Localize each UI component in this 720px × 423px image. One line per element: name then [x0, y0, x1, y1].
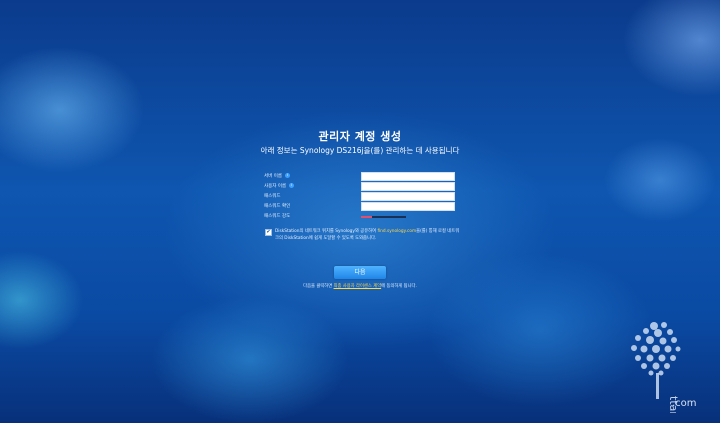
field-label: 패스워드: [264, 194, 281, 199]
password-input[interactable]: [361, 192, 455, 201]
page-subtitle: 아래 정보는 Synology DS216j을(를) 관리하는 데 사용됩니다: [260, 146, 460, 155]
strength-label: 패스워드 강도: [264, 214, 291, 219]
password-strength-fill: [361, 216, 373, 218]
field-label: 사용자 이름 i: [264, 183, 295, 189]
form-row-username: 사용자 이름 i: [264, 182, 456, 192]
form-row-password: 패스워드: [264, 192, 456, 202]
watermark-domain: .com: [672, 398, 697, 409]
form-row-confirm-password: 패스워드 확인: [264, 202, 456, 212]
username-input[interactable]: [361, 182, 455, 191]
field-label: 서버 이름 i: [264, 173, 290, 179]
form-row-server-name: 서버 이름 i: [264, 172, 456, 182]
find-synology-link[interactable]: find.synology.com: [377, 229, 416, 234]
next-button[interactable]: 다음: [334, 266, 386, 279]
page-title: 관리자 계정 생성: [318, 130, 402, 143]
confirm-password-input[interactable]: [361, 202, 455, 211]
share-location-text: DiskStation의 네트워크 위치를 Synology와 공유하여 fin…: [275, 229, 460, 241]
info-icon[interactable]: i: [289, 183, 295, 188]
share-location-checkbox[interactable]: ✔: [265, 229, 272, 236]
form-row-strength: 패스워드 강도: [264, 212, 456, 222]
server-name-input[interactable]: [361, 172, 455, 181]
info-icon[interactable]: i: [285, 173, 290, 178]
terms-notice: 다음을 클릭하면 최종 사용자 라이센스 계약에 동의하게 됩니다.: [303, 284, 417, 289]
field-label: 패스워드 확인: [264, 204, 291, 209]
password-strength-bar: [361, 216, 406, 218]
setup-panel: 관리자 계정 생성 아래 정보는 Synology DS216j을(를) 관리하…: [0, 0, 720, 423]
eula-link[interactable]: 최종 사용자 라이센스 계약: [334, 284, 382, 289]
